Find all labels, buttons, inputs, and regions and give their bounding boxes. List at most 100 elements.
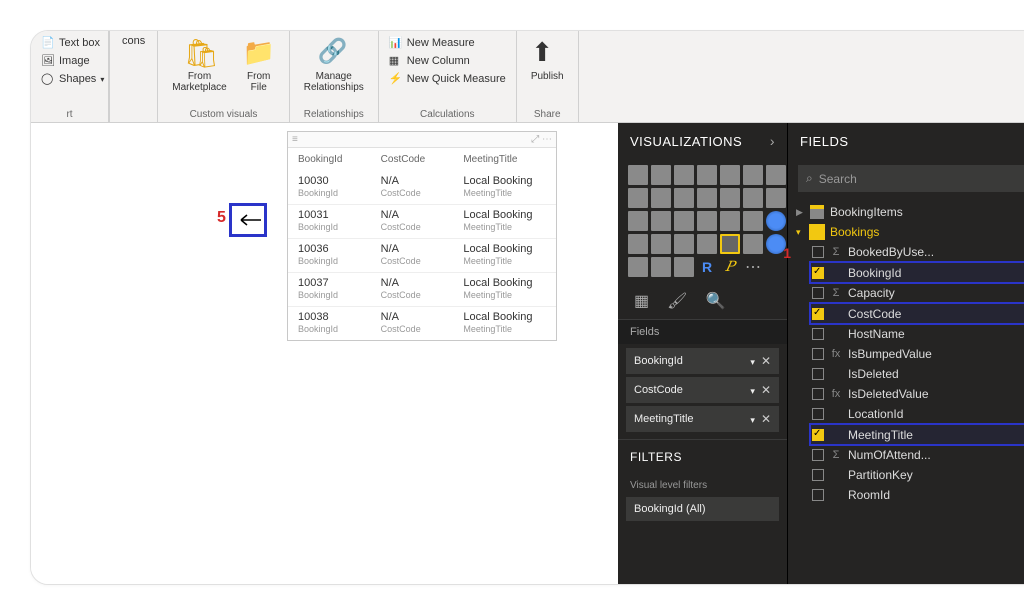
checkbox[interactable] [812,489,824,501]
viz-type[interactable] [651,211,671,231]
viz-type[interactable] [674,257,694,277]
field-well-item[interactable]: MeetingTitle▾✕ [626,406,779,432]
viz-type-py[interactable]: 𝑃 [720,257,740,277]
field-item[interactable]: RoomId [810,485,1024,505]
checkbox[interactable] [812,429,824,441]
checkbox[interactable] [812,287,824,299]
viz-type[interactable] [766,188,786,208]
new-quick-measure-button[interactable]: ⚡New Quick Measure [387,71,508,87]
checkbox[interactable] [812,246,824,258]
viz-type[interactable] [743,234,763,254]
annotation-5: 5 [229,203,267,237]
viz-type[interactable] [651,165,671,185]
arrow-left-icon [235,213,261,227]
fields-panel-title: FIELDS [800,134,849,149]
checkbox[interactable] [812,449,824,461]
checkbox[interactable] [812,267,824,279]
shapes-icon: ◯ [41,72,55,86]
viz-type[interactable] [628,188,648,208]
viz-type[interactable] [651,188,671,208]
field-item[interactable]: LocationId [810,404,1024,424]
viz-type[interactable] [743,211,763,231]
vis-panel-title: VISUALIZATIONS [630,134,742,149]
field-item[interactable]: PartitionKey [810,465,1024,485]
checkbox[interactable] [812,348,824,360]
viz-type[interactable] [628,257,648,277]
viz-type[interactable] [628,165,648,185]
table-node-bookings[interactable]: ▾ Bookings [794,222,1024,242]
annotation-1: 1 [783,245,791,261]
publish-button[interactable]: ⬆ Publish [525,35,570,84]
visual-drag-icon[interactable]: ≡ [292,134,298,145]
table-row: 10037BookingIdN/ACostCodeLocal BookingMe… [288,272,556,306]
field-well-item[interactable]: BookingId▾✕ [626,348,779,374]
table-node-bookingitems[interactable]: ▶ BookingItems [794,202,1024,222]
field-type-icon: Σ [830,449,842,461]
viz-type[interactable] [651,234,671,254]
from-marketplace-button[interactable]: 🛍 From Marketplace [166,35,232,95]
remove-icon[interactable]: ✕ [761,412,771,426]
visual-more-icon[interactable]: ⤢ ⋯ [531,134,552,145]
field-item[interactable]: ΣNumOfAttend... [810,445,1024,465]
viz-type[interactable] [697,234,717,254]
manage-relationships-button[interactable]: 🔗 Manage Relationships [298,35,370,95]
remove-icon[interactable]: ✕ [761,354,771,368]
checkbox[interactable] [812,368,824,380]
viz-type[interactable] [697,165,717,185]
field-well-item[interactable]: CostCode▾✕ [626,377,779,403]
checkbox[interactable] [812,328,824,340]
report-canvas[interactable]: ≡ ⤢ ⋯ BookingId CostCode MeetingTitle 10… [31,123,618,584]
field-item[interactable]: IsDeleted [810,364,1024,384]
analytics-tab-icon[interactable]: 🔍 [705,291,725,311]
table-visual[interactable]: ≡ ⤢ ⋯ BookingId CostCode MeetingTitle 10… [287,131,557,341]
field-item[interactable]: MeetingTitle4 [810,424,1024,445]
shapes-button[interactable]: ◯Shapes▾ [39,71,106,87]
viz-type[interactable] [720,165,740,185]
format-tab-icon[interactable]: 🖌 [667,291,687,311]
viz-type[interactable] [743,188,763,208]
viz-type[interactable] [674,165,694,185]
textbox-button[interactable]: 📄Text box [39,35,106,51]
checkbox[interactable] [812,388,824,400]
relationships-icon: 🔗 [318,37,350,69]
ribbon-group-label: rt [39,107,100,120]
filter-item[interactable]: BookingId (All) [626,497,779,521]
viz-type[interactable]: ⋯ [743,257,763,277]
viz-type[interactable] [697,211,717,231]
viz-type[interactable] [720,211,740,231]
viz-type[interactable] [628,234,648,254]
viz-type[interactable] [743,165,763,185]
table-column-header: MeetingTitle [463,154,546,165]
collapse-icon[interactable]: › [770,133,775,149]
field-item[interactable]: BookingId2 [810,262,1024,283]
checkbox[interactable] [812,308,824,320]
viz-type[interactable] [674,211,694,231]
textbox-icon: 📄 [41,36,55,50]
from-file-button[interactable]: 📁 From File [237,35,281,95]
image-button[interactable]: 🖼Image [39,53,106,69]
new-column-button[interactable]: ▦New Column [387,53,508,69]
new-measure-button[interactable]: 📊New Measure [387,35,508,51]
viz-type[interactable] [766,165,786,185]
viz-type-table[interactable] [720,234,740,254]
table-column-header: CostCode [381,154,464,165]
viz-type[interactable] [697,188,717,208]
field-item[interactable]: fxIsDeletedValue [810,384,1024,404]
viz-type[interactable] [628,211,648,231]
field-item[interactable]: fxIsBumpedValue [810,344,1024,364]
viz-type-r[interactable]: R [697,257,717,277]
viz-type[interactable] [674,234,694,254]
field-item[interactable]: ΣCapacity [810,283,1024,303]
field-item[interactable]: ΣBookedByUse... [810,242,1024,262]
viz-type[interactable] [720,188,740,208]
viz-type[interactable] [651,257,671,277]
checkbox[interactable] [812,408,824,420]
field-item[interactable]: HostName [810,324,1024,344]
field-item[interactable]: CostCode3 [810,303,1024,324]
fields-tab-icon[interactable]: ▦ [634,291,649,311]
viz-type-globe[interactable] [766,211,786,231]
viz-type[interactable] [674,188,694,208]
remove-icon[interactable]: ✕ [761,383,771,397]
search-input[interactable]: ⌕ Search [798,165,1024,192]
checkbox[interactable] [812,469,824,481]
